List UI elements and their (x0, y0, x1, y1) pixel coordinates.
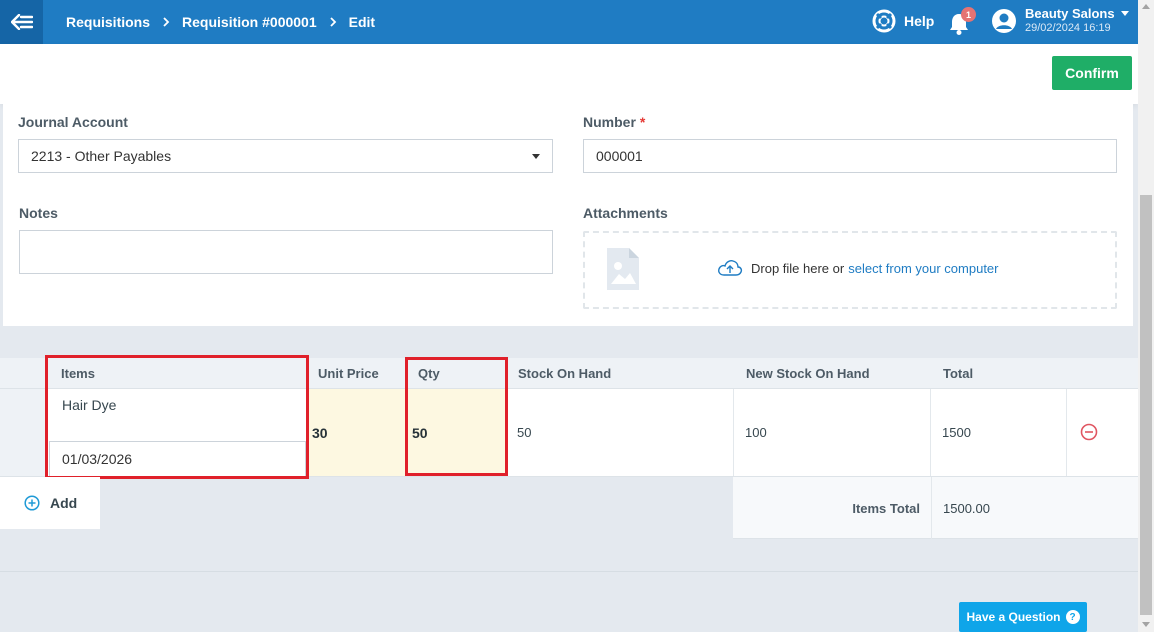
items-total-row: Items Total 1500.00 (733, 477, 1138, 539)
section-divider (0, 571, 1138, 572)
header-items: Items (61, 365, 95, 381)
notification-badge: 1 (961, 7, 976, 22)
question-icon: ? (1065, 610, 1080, 624)
attachments-label: Attachments (583, 205, 668, 221)
user-datetime: 29/02/2024 16:19 (1025, 22, 1111, 34)
header-new-stock-on-hand: New Stock On Hand (746, 365, 870, 381)
confirm-button[interactable]: Confirm (1052, 56, 1132, 90)
item-name-field[interactable]: Hair Dye (49, 389, 306, 441)
breadcrumb-requisition[interactable]: Requisition #000001 (182, 14, 317, 30)
total-value: 1500 (942, 425, 971, 440)
number-input[interactable]: 000001 (583, 139, 1117, 173)
header-unit-price: Unit Price (318, 365, 379, 381)
breadcrumb-current: Edit (348, 14, 376, 30)
dropzone-label: Drop file here or (751, 260, 845, 276)
notes-label: Notes (19, 205, 58, 221)
user-name: Beauty Salons (1025, 6, 1115, 21)
unit-price-value: 30 (312, 424, 328, 441)
breadcrumb: Requisitions Requisition #000001 Edit (66, 0, 375, 44)
help-label: Help (904, 13, 935, 29)
dropzone-text: Drop file here or select from your compu… (717, 259, 999, 277)
items-total-value: 1500.00 (931, 477, 990, 539)
question-label: Have a Question (966, 610, 1061, 624)
number-value: 000001 (596, 148, 643, 164)
qty-input[interactable]: 50 (406, 389, 506, 476)
new-stock-on-hand-cell: 100 (734, 389, 930, 476)
header-stock-on-hand: Stock On Hand (518, 365, 612, 381)
have-a-question-button[interactable]: Have a Question ? (959, 602, 1087, 632)
items-total-label: Items Total (852, 500, 920, 516)
chevron-right-icon (329, 17, 337, 27)
header-qty: Qty (418, 365, 440, 381)
breadcrumb-requisitions[interactable]: Requisitions (66, 14, 150, 30)
notes-textarea[interactable] (19, 230, 553, 274)
chevron-right-icon (162, 17, 170, 27)
help-button[interactable]: Help (872, 9, 934, 33)
lifebuoy-icon (872, 9, 896, 33)
scroll-up-arrow[interactable] (1142, 4, 1150, 9)
attachments-dropzone[interactable]: Drop file here or select from your compu… (583, 231, 1117, 309)
stock-on-hand-cell: 50 (506, 389, 733, 476)
back-arrow-icon (10, 14, 33, 30)
table-row: Hair Dye 01/03/2026 30 50 50 100 1500 (0, 388, 1138, 477)
caret-down-icon (1120, 11, 1129, 16)
action-bar: Confirm (0, 44, 1138, 104)
number-label: Number * (583, 114, 645, 130)
remove-circle-icon[interactable] (1080, 423, 1098, 441)
add-circle-icon (24, 495, 40, 511)
caret-down-icon (532, 154, 540, 159)
user-menu[interactable]: Beauty Salons 29/02/2024 16:19 (991, 6, 1129, 36)
select-file-link[interactable]: select from your computer (848, 261, 998, 276)
requisition-form: Journal Account 2213 - Other Payables Nu… (3, 104, 1133, 326)
scrollbar-thumb[interactable] (1140, 195, 1152, 615)
row-handle[interactable] (0, 389, 48, 476)
image-placeholder-icon (607, 248, 639, 290)
number-label-text: Number (583, 114, 636, 130)
item-date-input[interactable]: 01/03/2026 (49, 441, 306, 477)
required-mark: * (639, 114, 646, 130)
journal-account-select[interactable]: 2213 - Other Payables (18, 139, 553, 173)
total-cell: 1500 (931, 389, 1066, 476)
top-bar: Requisitions Requisition #000001 Edit He… (0, 0, 1138, 44)
back-button[interactable] (0, 0, 43, 44)
column-divider (1066, 389, 1067, 476)
add-item-button[interactable]: Add (0, 477, 100, 529)
cloud-upload-icon (718, 260, 743, 276)
item-name: Hair Dye (62, 397, 117, 413)
journal-account-label: Journal Account (18, 114, 128, 130)
new-stock-on-hand-value: 100 (745, 425, 767, 440)
journal-account-value: 2213 - Other Payables (31, 148, 172, 164)
stock-on-hand-value: 50 (517, 425, 532, 440)
item-date: 01/03/2026 (62, 451, 133, 467)
qty-value: 50 (412, 424, 428, 441)
unit-price-input[interactable]: 30 (307, 389, 406, 476)
header-total: Total (943, 365, 974, 381)
scroll-down-arrow[interactable] (1142, 622, 1150, 627)
items-table-header: Items Unit Price Qty Stock On Hand New S… (0, 358, 1138, 388)
add-label: Add (50, 495, 78, 511)
user-avatar-icon (992, 9, 1016, 33)
notifications-button[interactable]: 1 (948, 7, 976, 36)
